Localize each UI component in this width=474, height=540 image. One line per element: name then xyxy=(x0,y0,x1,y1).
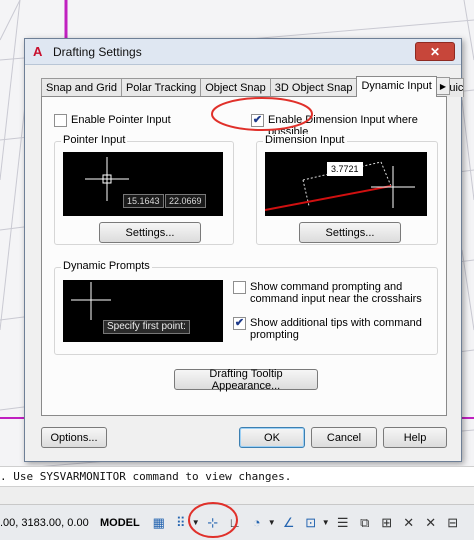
dimension-input-preview: 3.7721 xyxy=(265,152,427,216)
dimension-input-group-label: Dimension Input xyxy=(263,134,347,146)
lineweight-icon[interactable]: ☰ xyxy=(334,514,352,532)
enable-dimension-input-checkbox[interactable]: ✔ xyxy=(251,114,264,127)
enable-pointer-input-label: Enable Pointer Input xyxy=(71,114,171,126)
isodraft-icon[interactable]: ∠ xyxy=(280,514,298,532)
pointer-input-group-label: Pointer Input xyxy=(61,134,128,146)
dynamic-prompts-group: Dynamic Prompts Specify first point: Sho… xyxy=(54,260,438,355)
selection-cycling-icon[interactable]: ⊞ xyxy=(378,514,396,532)
drafting-tooltip-appearance-button[interactable]: Drafting Tooltip Appearance... xyxy=(174,368,318,392)
dynamic-prompts-group-label: Dynamic Prompts xyxy=(61,260,152,272)
polar-icon[interactable]: ◔ xyxy=(248,514,266,532)
model-space-button[interactable]: MODEL xyxy=(100,517,140,529)
tab-strip: Snap and Grid Polar Tracking Object Snap… xyxy=(41,76,464,97)
osnap-icon[interactable]: ⊡ xyxy=(302,514,320,532)
command-line-text: . Use SYSVARMONITOR command to view chan… xyxy=(0,470,292,483)
show-command-prompting-checkbox[interactable] xyxy=(233,281,246,294)
ok-button[interactable]: OK xyxy=(239,427,305,448)
prompt-tooltip: Specify first point: xyxy=(103,320,190,334)
tab-object-snap[interactable]: Object Snap xyxy=(200,78,271,97)
tab-snap-and-grid[interactable]: Snap and Grid xyxy=(41,78,122,97)
tab-dynamic-input[interactable]: Dynamic Input xyxy=(356,76,437,97)
tab-scroll-right-button[interactable]: ▶ xyxy=(436,77,450,95)
close-icon: ✕ xyxy=(429,44,441,59)
grid-icon[interactable]: ▦ xyxy=(150,514,168,532)
show-additional-tips-checkbox[interactable]: ✔ xyxy=(233,317,246,330)
help-button[interactable]: Help xyxy=(383,427,447,448)
dimension-settings-button[interactable]: Settings... xyxy=(299,222,401,243)
dimension-value-field: 3.7721 xyxy=(327,162,363,176)
command-line[interactable]: . Use SYSVARMONITOR command to view chan… xyxy=(0,466,474,486)
chevron-down-icon[interactable]: ▼ xyxy=(322,518,330,527)
tab-3d-object-snap[interactable]: 3D Object Snap xyxy=(269,78,358,97)
units-icon[interactable]: ⊟ xyxy=(444,514,462,532)
pointer-x-coordinate: 15.1643 xyxy=(123,194,164,208)
chevron-down-icon[interactable]: ▼ xyxy=(192,518,200,527)
dialog-title: Drafting Settings xyxy=(53,44,142,59)
pointer-input-preview: 15.1643 22.0669 xyxy=(63,152,223,216)
dynamic-input-icon[interactable]: ⊹ xyxy=(204,514,222,532)
autocad-logo-icon: A xyxy=(33,43,43,59)
enable-pointer-input-option[interactable]: Enable Pointer Input xyxy=(54,114,171,127)
chevron-down-icon[interactable]: ▼ xyxy=(268,518,276,527)
snap-icon[interactable]: ⠿ xyxy=(172,514,190,532)
pointer-settings-button[interactable]: Settings... xyxy=(99,222,201,243)
dynamic-input-panel: Enable Pointer Input ✔ Enable Dimension … xyxy=(41,96,447,416)
dynamic-prompts-preview: Specify first point: xyxy=(63,280,223,342)
dialog-titlebar[interactable]: A Drafting Settings ✕ xyxy=(25,39,461,65)
command-input-area[interactable] xyxy=(0,486,474,504)
drafting-settings-dialog: A Drafting Settings ✕ Snap and Grid Pola… xyxy=(24,38,464,462)
cancel-button[interactable]: Cancel xyxy=(311,427,377,448)
ortho-icon[interactable]: ∟ xyxy=(226,514,244,532)
tab-polar-tracking[interactable]: Polar Tracking xyxy=(120,78,202,97)
pointer-y-coordinate: 22.0669 xyxy=(165,194,206,208)
enable-pointer-input-checkbox[interactable] xyxy=(54,114,67,127)
close-button[interactable]: ✕ xyxy=(415,42,455,61)
options-button[interactable]: Options... xyxy=(41,427,107,448)
transparency-icon[interactable]: ⧉ xyxy=(356,514,374,532)
show-additional-tips-option[interactable]: ✔ Show additional tips with command prom… xyxy=(233,317,429,341)
workspace-icon[interactable]: ✕ xyxy=(422,514,440,532)
coordinate-readout: .00, 3183.00, 0.00 xyxy=(0,516,89,529)
status-bar: .00, 3183.00, 0.00 MODEL ▦ ⠿ ▼ ⊹ ∟ ◔ ▼ ∠… xyxy=(0,504,474,540)
annotation-scale-icon[interactable]: ✕ xyxy=(400,514,418,532)
show-command-prompting-label: Show command prompting and command input… xyxy=(250,281,422,305)
dimension-input-group: Dimension Input 3.7721 Settings... xyxy=(256,134,438,245)
chevron-right-icon: ▶ xyxy=(439,81,447,91)
pointer-input-group: Pointer Input 15.1643 22.0669 Settings..… xyxy=(54,134,234,245)
show-additional-tips-label: Show additional tips with command prompt… xyxy=(250,317,422,341)
show-command-prompting-option[interactable]: Show command prompting and command input… xyxy=(233,281,429,305)
